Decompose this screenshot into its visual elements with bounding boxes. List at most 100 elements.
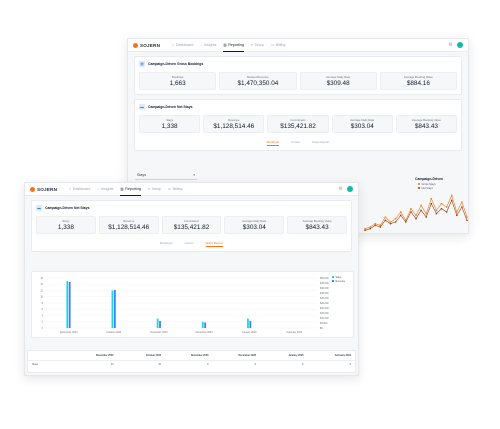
y2-tick-label: $15,000: [320, 312, 329, 315]
metric-value: 1,663: [169, 80, 186, 87]
stays-table-card: December 2022 October 2023 November 2023…: [27, 350, 356, 373]
x-tick-label: December 2023: [196, 331, 214, 334]
gross-bookings-panel: ▦ Campaign-Driven Gross Bookings Booking…: [134, 56, 462, 95]
metric-value: $843.43: [414, 123, 438, 130]
sliders-icon: ≡: [147, 187, 150, 191]
net-stays-panel: ▬ Campaign-Driven Net Stays Stays 1,338 R…: [31, 200, 352, 252]
net-stays-point: [410, 211, 412, 213]
nav-item-reporting[interactable]: ▥ Reporting: [223, 39, 244, 52]
metric-label: Stays: [62, 219, 70, 223]
revenue-bar: [159, 321, 161, 328]
tab-bookings[interactable]: Bookings: [160, 241, 172, 247]
nav-item-reporting[interactable]: ▥ Reporting: [120, 183, 141, 196]
gross-stays-point: [384, 216, 387, 218]
metric-select[interactable]: Stays ▾: [135, 171, 197, 180]
nav-item-insights[interactable]: ◌ Insights: [97, 183, 113, 196]
nav-item-dashboard[interactable]: ⌂ Dashboard: [172, 39, 193, 52]
topbar-actions: ⚙: [339, 186, 353, 192]
stays-bar: [201, 321, 204, 328]
metric-value: $843.43: [305, 224, 329, 231]
credit-card-icon: ▭: [167, 187, 172, 191]
table-cell: 24: [110, 363, 114, 367]
metric-card: Commission $135,421.82: [161, 216, 222, 234]
brand-name: SOJERN: [37, 186, 58, 192]
avatar[interactable]: [347, 186, 353, 192]
gross-stays-point: [466, 216, 468, 218]
bed-icon: ▬: [139, 104, 145, 110]
column-header: October 2023: [117, 351, 165, 361]
metric-card: Average Booking Value $843.43: [395, 115, 458, 133]
nav-item-setup[interactable]: ≡ Setup: [148, 183, 161, 196]
panel-header: ▬ Campaign-Driven Net Stays: [36, 204, 347, 212]
nav-item-setup[interactable]: ≡ Setup: [251, 39, 264, 52]
logo-icon: [133, 42, 138, 48]
net-stays-point: [379, 226, 382, 228]
gross-stays-point: [461, 201, 463, 203]
nav-item-billing[interactable]: ▭ Billing: [168, 183, 183, 196]
stays-table: December 2022 October 2023 November 2023…: [28, 351, 355, 369]
net-stays-point: [425, 216, 427, 218]
metric-label: Booked Revenue: [247, 75, 269, 79]
metric-value: $135,421.82: [280, 123, 316, 130]
avatar[interactable]: [457, 42, 463, 48]
metric-label: Average Booking Value: [403, 75, 433, 79]
legend-swatch: [418, 183, 420, 185]
nav-item-dashboard[interactable]: ⌂ Dashboard: [69, 183, 90, 196]
nav-label: Reporting: [125, 186, 141, 191]
bar-chart-svg: 0 2 4 6 8 10 12 14 16 $0 $5,000 $10,000 $15,000 $20,0…: [40, 276, 345, 334]
net-stays-point: [456, 214, 458, 217]
metric-card: Revenue $1,128,514.46: [98, 216, 159, 234]
panel-title: Campaign-Driven Gross Bookings: [148, 62, 204, 66]
stays-revenue-chart: 0 2 4 6 8 10 12 14 16 $0 $5,000 $10,000 $15,000 $20,0…: [31, 271, 354, 338]
nav-item-billing[interactable]: ▭ Billing: [271, 39, 286, 52]
gross-stays-point: [445, 206, 448, 208]
brand-logo[interactable]: SOJERN: [30, 186, 58, 192]
y-tick-label: 0: [42, 327, 44, 330]
select-value: Stays: [137, 173, 146, 177]
y2-tick-label: $40,000: [320, 287, 329, 290]
panel-header: ▦ Campaign-Driven Gross Bookings: [139, 60, 457, 68]
y2-tick-label: $50,000: [320, 277, 329, 280]
gross-stays-point: [369, 226, 371, 228]
row-label: Stays: [32, 363, 38, 367]
stays-bar: [66, 281, 69, 328]
legend-swatch: [418, 187, 420, 189]
lightbulb-icon: ◌: [200, 43, 203, 47]
metric-value: 1,338: [161, 123, 178, 130]
gear-icon[interactable]: ⚙: [339, 186, 343, 192]
tab-cohort[interactable]: Cohort: [184, 241, 193, 247]
tab-cohort[interactable]: Cohort: [291, 140, 300, 146]
legend-swatch: [332, 280, 334, 282]
y2-tick-label: $30,000: [320, 297, 329, 300]
y-tick-label: 2: [42, 321, 44, 324]
metric-value: $135,421.82: [173, 224, 210, 231]
net-stays-point: [445, 211, 448, 213]
y2-tick-label: $25,000: [320, 302, 329, 305]
y-tick-label: 10: [40, 296, 43, 299]
brand-logo[interactable]: SOJERN: [133, 42, 160, 48]
tab-bookings[interactable]: Bookings: [266, 140, 279, 146]
gear-icon[interactable]: ⚙: [449, 42, 453, 48]
stays-bar: [111, 290, 114, 328]
nav-item-insights[interactable]: ◌ Insights: [200, 39, 216, 52]
metric-value: $1,128,514.46: [213, 123, 255, 130]
metric-card: Bookings 1,663: [139, 72, 217, 90]
metric-value: $1,128,514.46: [108, 224, 150, 231]
metric-row: Bookings 1,663 Booked Revenue $1,470,350.0…: [139, 72, 457, 90]
metric-label: Average Booking Value: [411, 118, 441, 122]
metric-value: 1,338: [57, 224, 74, 231]
net-stays-point: [384, 219, 387, 222]
legend-label: Net Stays: [422, 186, 434, 190]
metric-label: Average Daily Rate: [242, 219, 267, 223]
metric-value: $884.16: [406, 80, 430, 87]
metric-card: Stays 1,338: [36, 216, 96, 234]
column-header: February 2024: [307, 351, 355, 361]
nav-label: Insights: [101, 187, 114, 191]
y-tick-label: 14: [40, 283, 43, 286]
tab-stays-report[interactable]: Stays Report: [205, 241, 223, 247]
logo-icon: [30, 186, 35, 192]
revenue-bar: [113, 290, 116, 328]
y-tick-label: 16: [40, 277, 43, 280]
tab-stays-report[interactable]: Stays Report: [312, 140, 329, 146]
home-icon: ⌂: [172, 43, 175, 47]
